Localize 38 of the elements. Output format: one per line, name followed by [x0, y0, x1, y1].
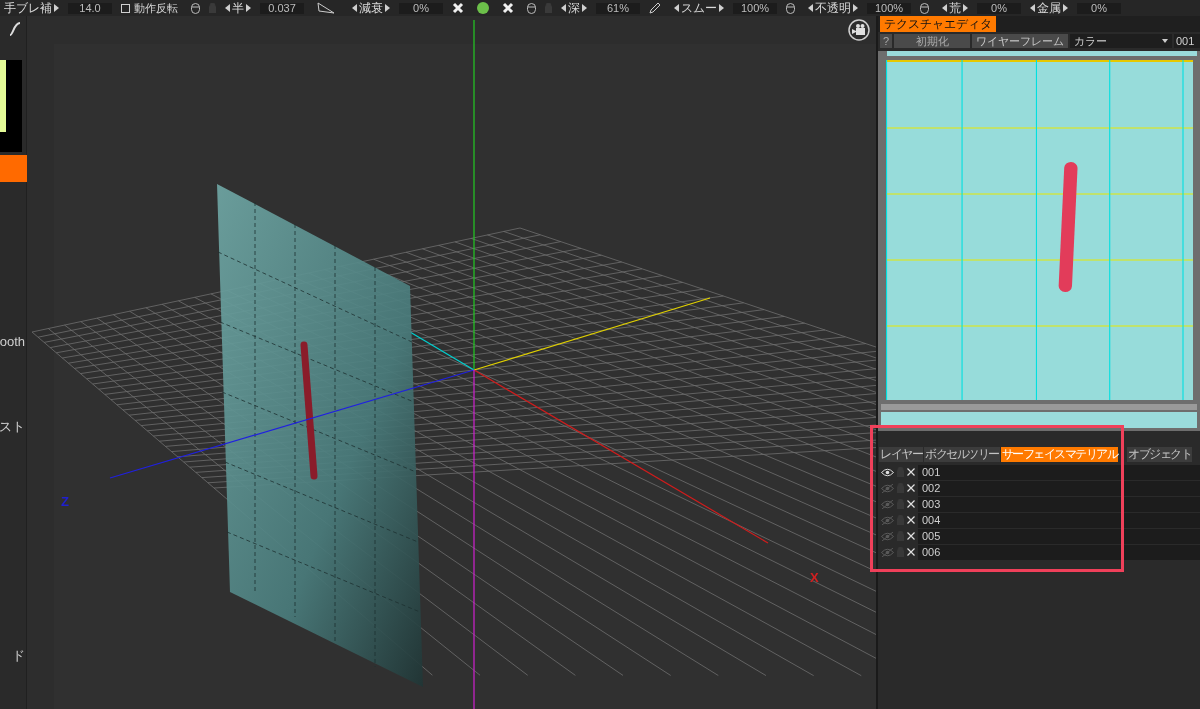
checkbox-label: 動作反転 — [134, 2, 178, 14]
value-field[interactable]: 0% — [1077, 2, 1121, 14]
panel-tab[interactable]: テクスチャエディタ — [880, 16, 996, 32]
parameter-label: 荒 — [949, 2, 961, 14]
panel-tab[interactable]: ボクセルツリー — [924, 447, 1000, 462]
tool-label[interactable]: ooth — [0, 334, 25, 349]
tool-label[interactable]: スト — [0, 419, 25, 434]
value-field[interactable]: 61% — [596, 2, 640, 14]
tool-label[interactable]: ド — [12, 648, 25, 663]
value-field[interactable]: 0% — [977, 2, 1021, 14]
parameter-label: 減衰 — [359, 2, 383, 14]
wireframe-button[interactable]: ワイヤーフレーム — [972, 34, 1068, 48]
number-field[interactable]: 001 — [1174, 34, 1200, 48]
value-field[interactable]: 0% — [399, 2, 443, 14]
reset-button[interactable]: 初期化 — [894, 34, 970, 48]
value-field[interactable]: 0.037 — [260, 2, 304, 14]
parameter-label: 金属 — [1037, 2, 1061, 14]
axis-label: Z — [61, 493, 69, 511]
material-name[interactable]: 003 — [918, 496, 1200, 512]
parameter-label: 深 — [568, 2, 580, 14]
help-button[interactable]: ? — [880, 34, 892, 48]
axis-label: X — [810, 569, 819, 587]
dropdown-value: カラー — [1074, 35, 1107, 47]
value-field[interactable]: 100% — [867, 2, 911, 14]
parameter-label: 手ブレ補 — [4, 2, 52, 14]
material-name[interactable]: 001 — [918, 464, 1200, 480]
value-field[interactable]: 14.0 — [68, 2, 112, 14]
parameter-label: スムー — [681, 2, 717, 14]
parameter-label: 半 — [232, 2, 244, 14]
panel-tab[interactable]: レイヤー — [879, 447, 923, 462]
material-name[interactable]: 006 — [918, 544, 1200, 560]
panel-tab[interactable]: オブジェクト — [1127, 447, 1192, 462]
value-field[interactable]: 100% — [733, 2, 777, 14]
channel-dropdown[interactable]: カラー — [1070, 34, 1172, 48]
material-name[interactable]: 002 — [918, 480, 1200, 496]
material-name[interactable]: 005 — [918, 528, 1200, 544]
material-name[interactable]: 004 — [918, 512, 1200, 528]
parameter-label: 不透明 — [815, 2, 851, 14]
